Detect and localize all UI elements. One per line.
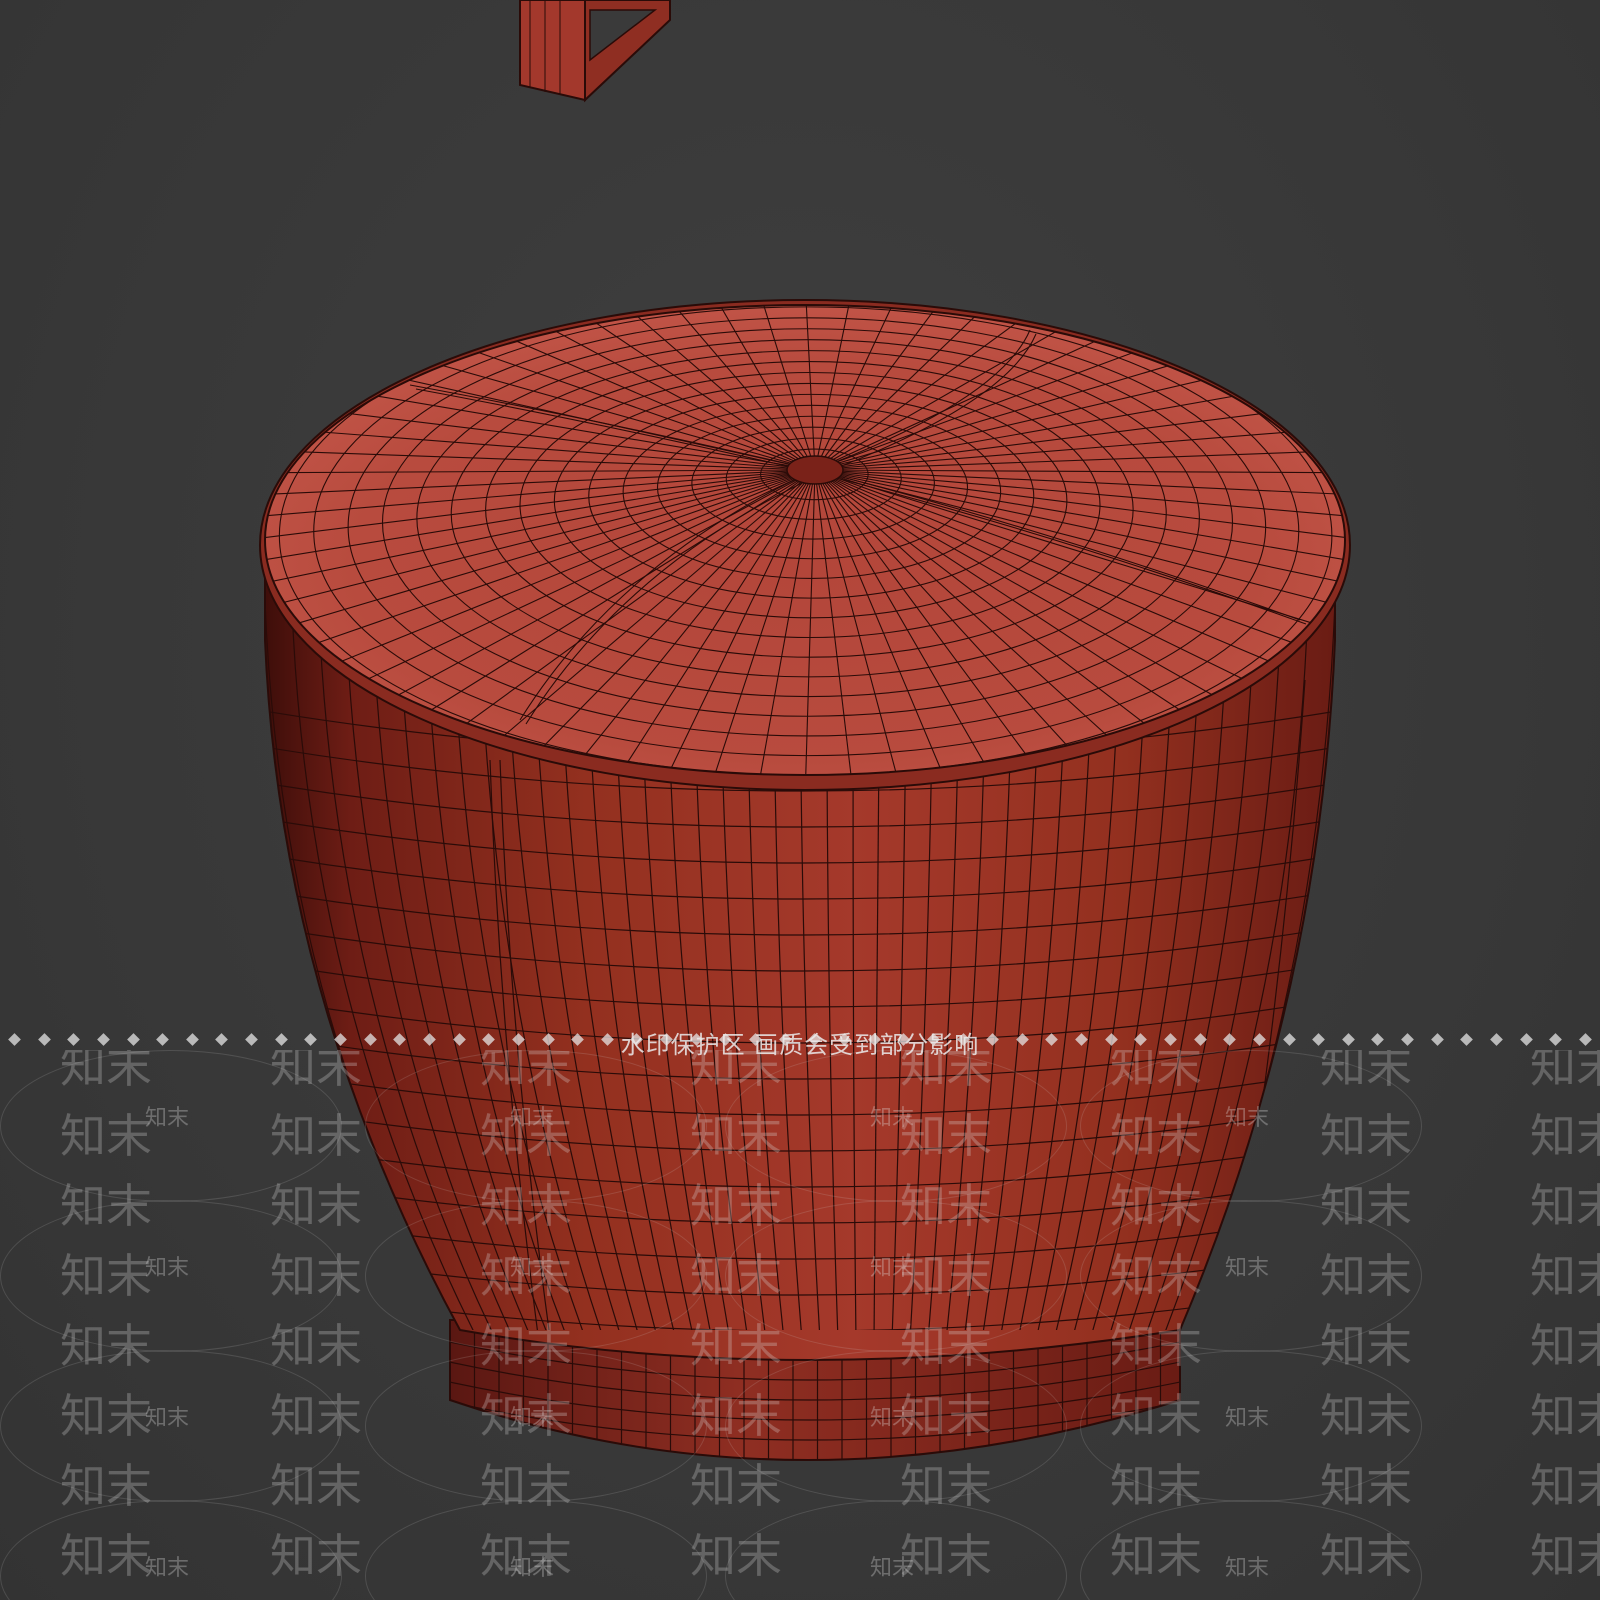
ottoman-render [259, 0, 1351, 1461]
bracket-fragment [519, 0, 671, 103]
3d-viewport[interactable]: 水印保护区 画质会受到部分影响 知末 知末 知末 知末 知末 知末 知末 知末 知末 知末 知末 知末… [0, 0, 1600, 1600]
